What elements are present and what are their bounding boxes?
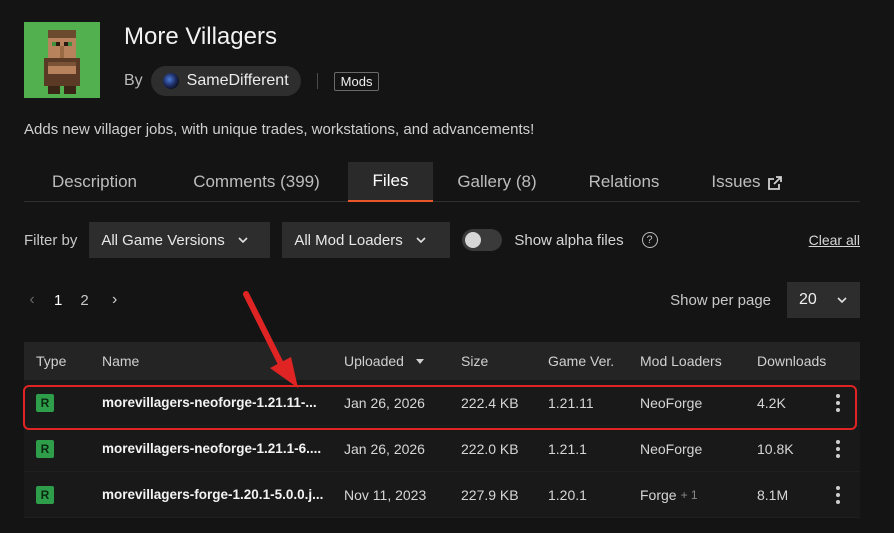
file-size: 227.9 KB	[461, 486, 519, 503]
clear-all-link[interactable]: Clear all	[809, 232, 860, 248]
release-badge: R	[36, 439, 54, 458]
game-version: 1.21.11	[548, 394, 594, 411]
mod-title: More Villagers	[124, 23, 277, 50]
tab-label: Description	[51, 172, 138, 191]
page-1[interactable]: 1	[54, 292, 62, 309]
mod-icon[interactable]	[24, 22, 100, 98]
mod-loader: NeoForge	[640, 394, 703, 411]
table-row[interactable]: R morevillagers-forge-1.20.1-5.0.0.j... …	[24, 472, 860, 518]
dropdown-value: All Mod Loaders	[294, 231, 403, 249]
pagination: ‹ 1 2 › Show per page 20	[24, 282, 860, 318]
tab-label: Issues	[711, 172, 761, 191]
download-count: 10.8K	[757, 440, 794, 457]
header-name[interactable]: Name	[102, 342, 139, 380]
release-type-cell: R	[36, 426, 54, 471]
mod-header: More Villagers By SameDifferent Mods	[24, 22, 874, 98]
table-row[interactable]: R morevillagers-neoforge-1.21.1-6.... Ja…	[24, 426, 860, 472]
chevron-down-icon	[837, 297, 847, 304]
mod-loader: NeoForge	[640, 440, 703, 457]
dropdown-value: All Game Versions	[101, 231, 225, 249]
tab-issues[interactable]: Issues	[687, 162, 805, 202]
next-page-icon[interactable]: ›	[107, 291, 123, 309]
per-page-label: Show per page	[670, 291, 771, 309]
table-header: Type Name Uploaded Size Game Ver. Mod Lo…	[24, 342, 860, 380]
header-uploaded-label: Uploaded	[344, 353, 404, 369]
row-menu-icon[interactable]	[836, 380, 840, 425]
mod-loader-extra[interactable]: + 1	[681, 488, 698, 502]
filter-bar: Filter by All Game Versions All Mod Load…	[24, 222, 860, 258]
mod-description: Adds new villager jobs, with unique trad…	[24, 121, 535, 138]
file-name[interactable]: morevillagers-neoforge-1.21.11-...	[102, 380, 317, 425]
by-label: By	[124, 72, 143, 89]
files-table: Type Name Uploaded Size Game Ver. Mod Lo…	[24, 342, 860, 518]
tab-label: Files	[372, 171, 409, 190]
tab-label: Gallery (8)	[457, 172, 537, 191]
filter-label: Filter by	[24, 231, 78, 249]
mod-loader: Forge + 1	[640, 472, 698, 517]
header-downloads[interactable]: Downloads	[757, 342, 826, 380]
tab-label: Comments (399)	[193, 172, 320, 191]
byline: By SameDifferent Mods	[124, 66, 380, 96]
chevron-down-icon	[416, 237, 426, 244]
release-badge: R	[36, 393, 54, 412]
external-link-icon	[767, 175, 782, 190]
release-type-cell: R	[36, 380, 54, 425]
alpha-files-toggle[interactable]	[462, 229, 503, 251]
tab-relations[interactable]: Relations	[561, 162, 687, 202]
tab-description[interactable]: Description	[24, 162, 165, 202]
file-name[interactable]: morevillagers-neoforge-1.21.1-6....	[102, 426, 321, 471]
download-count: 4.2K	[757, 394, 786, 411]
help-icon[interactable]: ?	[641, 232, 658, 248]
header-mod-loaders[interactable]: Mod Loaders	[640, 342, 722, 380]
table-row[interactable]: R morevillagers-neoforge-1.21.11-... Jan…	[24, 380, 860, 426]
sort-desc-icon	[415, 358, 424, 364]
file-name[interactable]: morevillagers-forge-1.20.1-5.0.0.j...	[102, 472, 323, 517]
author-chip[interactable]: SameDifferent	[150, 66, 301, 96]
tab-files[interactable]: Files	[348, 162, 433, 202]
mod-loader-dropdown[interactable]: All Mod Loaders	[282, 222, 451, 258]
game-version-dropdown[interactable]: All Game Versions	[89, 222, 271, 258]
download-count: 8.1M	[757, 486, 789, 503]
tab-bar: Description Comments (399) Files Gallery…	[24, 162, 860, 202]
uploaded-date: Jan 26, 2026	[344, 440, 425, 457]
tab-gallery[interactable]: Gallery (8)	[433, 162, 561, 202]
mod-loader-primary: Forge	[640, 486, 677, 503]
header-game-ver[interactable]: Game Ver.	[548, 342, 614, 380]
uploaded-date: Nov 11, 2023	[344, 486, 427, 503]
header-uploaded[interactable]: Uploaded	[344, 342, 424, 380]
alpha-files-label: Show alpha files	[514, 231, 624, 249]
prev-page-icon[interactable]: ‹	[24, 291, 40, 309]
author-avatar	[162, 73, 179, 89]
per-page-value: 20	[799, 291, 817, 308]
header-size[interactable]: Size	[461, 342, 488, 380]
uploaded-date: Jan 26, 2026	[344, 394, 425, 411]
row-menu-icon[interactable]	[836, 426, 840, 471]
toggle-knob	[465, 232, 482, 248]
row-menu-icon[interactable]	[836, 472, 840, 517]
file-size: 222.0 KB	[461, 440, 519, 457]
chevron-down-icon	[238, 237, 248, 244]
divider	[316, 73, 318, 89]
category-tag[interactable]: Mods	[333, 71, 380, 91]
page-2[interactable]: 2	[80, 292, 88, 309]
header-type[interactable]: Type	[36, 342, 66, 380]
tab-comments[interactable]: Comments (399)	[165, 162, 348, 202]
game-version: 1.20.1	[548, 486, 587, 503]
game-version: 1.21.1	[548, 440, 587, 457]
tab-label: Relations	[588, 172, 660, 191]
file-size: 222.4 KB	[461, 394, 519, 411]
per-page-dropdown[interactable]: 20	[787, 282, 860, 318]
release-type-cell: R	[36, 472, 54, 517]
author-name: SameDifferent	[186, 72, 289, 89]
release-badge: R	[36, 485, 54, 504]
